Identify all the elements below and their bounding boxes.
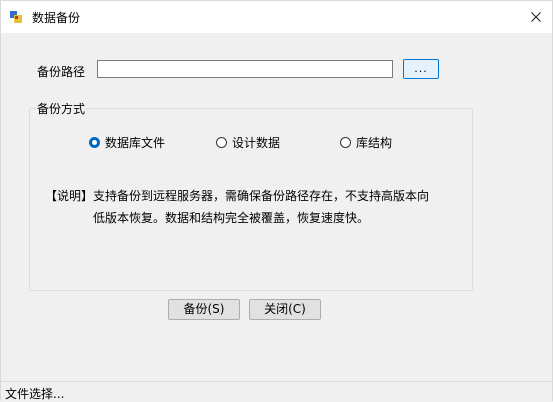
backup-mode-group-title: 备份方式	[36, 100, 87, 117]
radio-label: 设计数据	[232, 136, 281, 150]
radio-db-structure[interactable]: 库结构	[340, 134, 392, 151]
close-window-button[interactable]	[520, 1, 552, 33]
radio-indicator	[340, 137, 351, 148]
title-bar: 数据备份	[1, 1, 552, 33]
radio-indicator	[216, 137, 227, 148]
radio-label: 数据库文件	[105, 136, 166, 150]
note-line-2: 低版本恢复。数据和结构完全被覆盖，恢复速度快。	[93, 211, 370, 225]
status-text: 文件选择...	[5, 387, 65, 401]
close-button[interactable]: 关闭(C)	[249, 299, 321, 320]
app-icon	[10, 11, 22, 23]
backup-path-input[interactable]	[97, 60, 393, 78]
radio-database-file[interactable]: 数据库文件	[89, 134, 165, 151]
radio-indicator-checked	[89, 137, 100, 148]
status-bar: 文件选择...	[1, 381, 552, 402]
radio-design-data[interactable]: 设计数据	[216, 134, 280, 151]
radio-label: 库结构	[356, 136, 393, 150]
backup-dialog: 数据备份 备份路径 ... 备份方式 数据库文件 设计数据 库结构 【说明】支持…	[0, 0, 553, 402]
backup-button[interactable]: 备份(S)	[168, 299, 240, 320]
close-icon	[531, 12, 541, 22]
note-line-1: 【说明】支持备份到远程服务器，需确保备份路径存在，不支持高版本向	[45, 189, 430, 203]
browse-button[interactable]: ...	[403, 59, 439, 79]
window-title: 数据备份	[32, 11, 81, 25]
backup-path-label: 备份路径	[37, 65, 86, 79]
